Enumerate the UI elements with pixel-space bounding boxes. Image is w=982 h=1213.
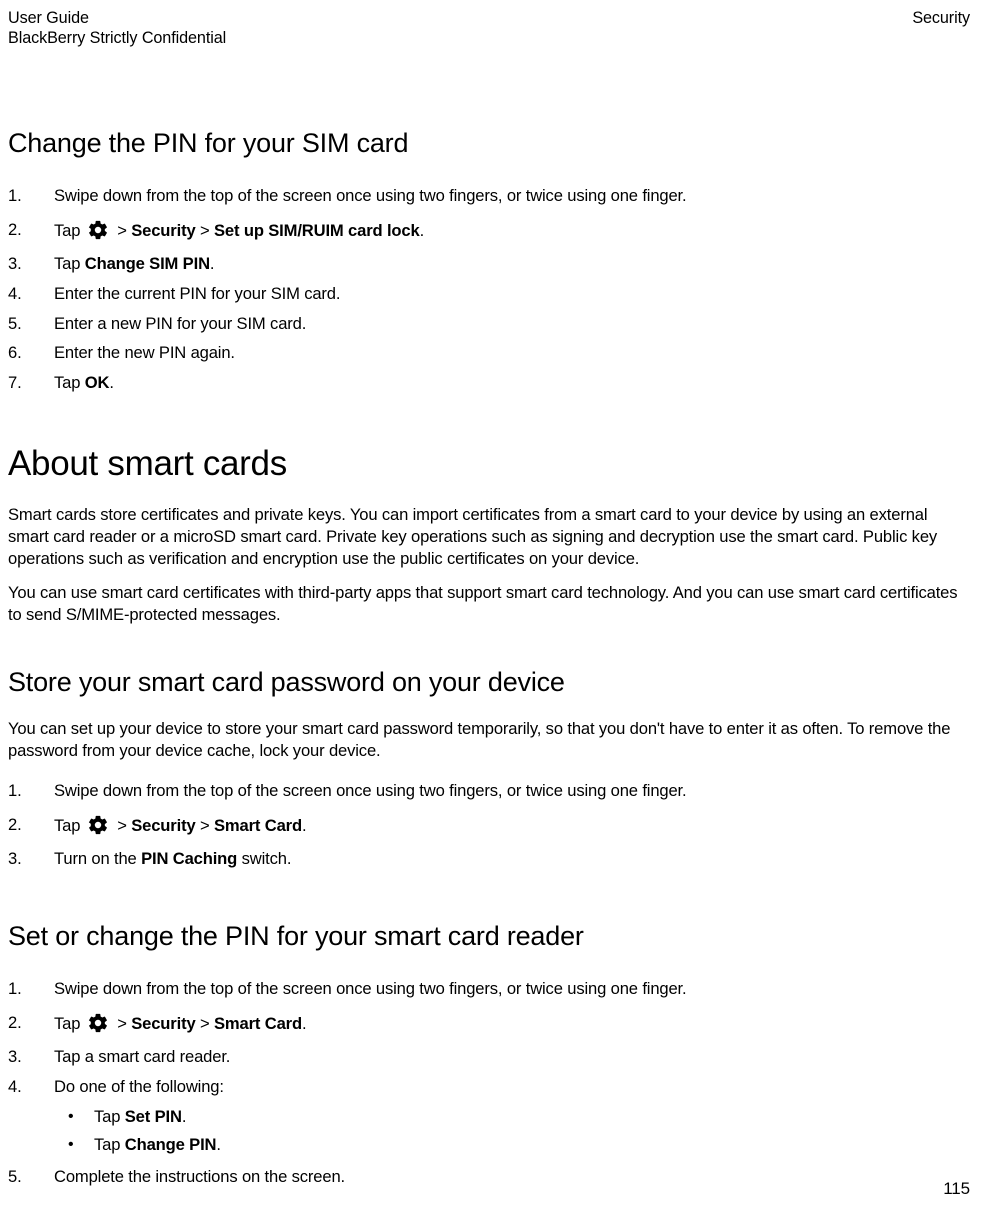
sub-option: Tap Set PIN. — [68, 1106, 970, 1128]
header-right: Security — [912, 8, 970, 49]
heading-set-change-reader-pin: Set or change the PIN for your smart car… — [8, 920, 970, 952]
heading-store-smart-card-password: Store your smart card password on your d… — [8, 666, 970, 698]
page-number: 115 — [943, 1179, 970, 1199]
step: 3. Turn on the PIN Caching switch. — [8, 848, 970, 870]
step: 2. Tap > Security > Smart Card. — [8, 1008, 970, 1036]
step: 6.Enter the new PIN again. — [8, 342, 970, 364]
step-text: Tap a smart card reader. — [54, 1047, 230, 1066]
step-text: Tap > Security > Smart Card. — [54, 1014, 306, 1033]
step: 5.Enter a new PIN for your SIM card. — [8, 313, 970, 335]
header-left: User Guide BlackBerry Strictly Confident… — [8, 8, 226, 49]
paragraph: You can set up your device to store your… — [8, 718, 970, 762]
step: 3. Tap Change SIM PIN. — [8, 253, 970, 275]
step: 1.Swipe down from the top of the screen … — [8, 978, 970, 1000]
step-text: Enter a new PIN for your SIM card. — [54, 314, 306, 333]
step-text: Tap Change SIM PIN. — [54, 254, 214, 273]
steps-change-sim-pin: 1.Swipe down from the top of the screen … — [8, 185, 970, 394]
step: 3.Tap a smart card reader. — [8, 1046, 970, 1068]
header-doc-title: User Guide — [8, 8, 226, 28]
step-text: Tap > Security > Smart Card. — [54, 816, 306, 835]
gear-icon — [87, 219, 109, 241]
page-header: User Guide BlackBerry Strictly Confident… — [8, 8, 970, 49]
step-text: Swipe down from the top of the screen on… — [54, 186, 686, 205]
steps-reader-pin: 1.Swipe down from the top of the screen … — [8, 978, 970, 1187]
header-confidentiality: BlackBerry Strictly Confidential — [8, 28, 226, 48]
sub-option: Tap Change PIN. — [68, 1134, 970, 1156]
step: 1.Swipe down from the top of the screen … — [8, 780, 970, 802]
steps-store-password: 1.Swipe down from the top of the screen … — [8, 780, 970, 870]
step: 5.Complete the instructions on the scree… — [8, 1166, 970, 1188]
heading-about-smart-cards: About smart cards — [8, 444, 970, 484]
step: 1.Swipe down from the top of the screen … — [8, 185, 970, 207]
paragraph: You can use smart card certificates with… — [8, 582, 970, 626]
gear-icon — [87, 814, 109, 836]
page: User Guide BlackBerry Strictly Confident… — [0, 0, 982, 1213]
step-text: Turn on the PIN Caching switch. — [54, 849, 291, 868]
step-text: Swipe down from the top of the screen on… — [54, 781, 686, 800]
step: 2. Tap > Security > Smart Card. — [8, 810, 970, 838]
step: 4.Enter the current PIN for your SIM car… — [8, 283, 970, 305]
paragraph: Smart cards store certificates and priva… — [8, 504, 970, 570]
step-text: Tap > Security > Set up SIM/RUIM card lo… — [54, 221, 424, 240]
step: 4.Do one of the following: Tap Set PIN. … — [8, 1076, 970, 1156]
step: 2. Tap > Security > Set up SIM/RUIM card… — [8, 215, 970, 243]
step-text: Enter the new PIN again. — [54, 343, 235, 362]
step-text: Swipe down from the top of the screen on… — [54, 979, 686, 998]
gear-icon — [87, 1012, 109, 1034]
heading-change-sim-pin: Change the PIN for your SIM card — [8, 127, 970, 159]
step-text: Tap OK. — [54, 373, 114, 392]
sub-options: Tap Set PIN. Tap Change PIN. — [54, 1106, 970, 1156]
step-text: Do one of the following: — [54, 1077, 224, 1096]
step: 7. Tap OK. — [8, 372, 970, 394]
step-text: Complete the instructions on the screen. — [54, 1167, 345, 1186]
header-section-name: Security — [912, 8, 970, 28]
step-text: Enter the current PIN for your SIM card. — [54, 284, 340, 303]
